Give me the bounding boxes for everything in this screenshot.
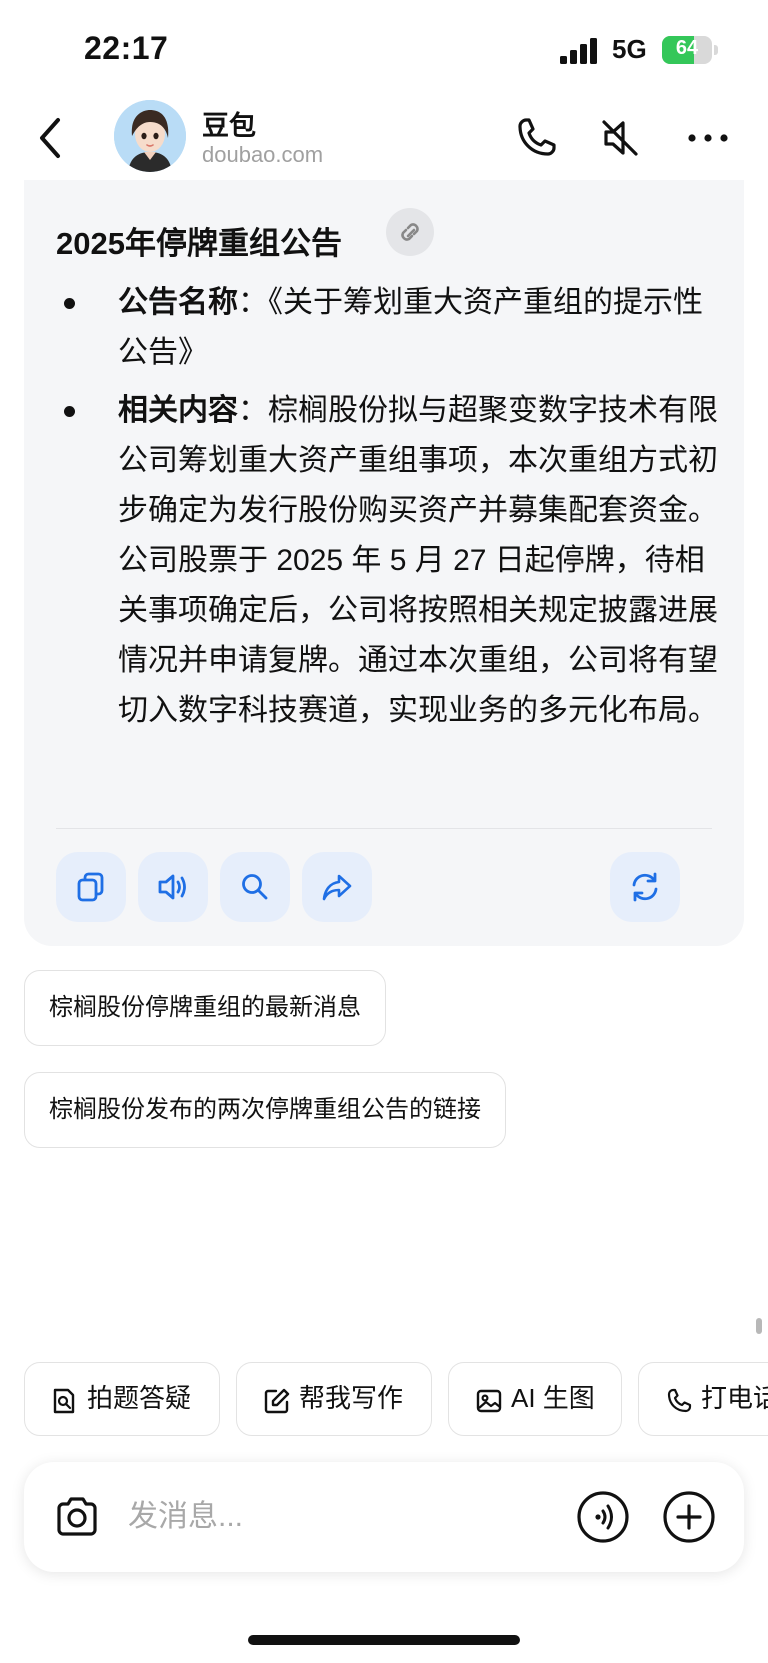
item-separator: ： — [238, 394, 268, 427]
refresh-icon — [632, 872, 658, 902]
share-icon — [322, 874, 352, 901]
list-item-text: 相关内容：棕榈股份拟与超聚变数字技术有限公司筹划重大资产重组事项，本次重组方式初… — [118, 386, 722, 736]
bullet-dot — [64, 298, 75, 309]
home-indicator[interactable] — [248, 1635, 520, 1645]
list-item-text: 公告名称：《关于筹划重大资产重组的提示性公告》 — [118, 278, 722, 378]
suggestion-chip[interactable]: 棕榈股份停牌重组的最新消息 — [24, 970, 386, 1046]
shortcut-label: 帮我写作 — [299, 1383, 404, 1413]
phone-call-button[interactable] — [512, 114, 560, 162]
avatar[interactable] — [114, 100, 186, 172]
camera-button[interactable] — [52, 1492, 102, 1542]
speaker-mute-button[interactable] — [596, 114, 644, 162]
image-icon — [476, 1389, 502, 1413]
link-icon — [401, 223, 419, 241]
shortcut-ai-image[interactable]: AI 生图 — [448, 1362, 622, 1436]
voice-input-button[interactable] — [576, 1490, 630, 1544]
bot-domain: doubao.com — [202, 142, 324, 167]
divider — [56, 828, 712, 829]
message-composer — [24, 1462, 744, 1572]
shortcut-label: 打电话 — [701, 1383, 768, 1413]
search-button[interactable] — [220, 852, 290, 922]
shortcut-bar: 拍题答疑 帮我写作 AI 生图 打电话 — [0, 1362, 768, 1438]
more-options-button[interactable] — [684, 114, 732, 162]
chat-header: 豆包 doubao.com — [0, 96, 768, 180]
phone-icon — [667, 1388, 692, 1413]
share-button[interactable] — [302, 852, 372, 922]
status-time: 22:17 — [84, 30, 169, 66]
battery-percent: 64 — [675, 37, 699, 59]
shortcut-writing[interactable]: 帮我写作 — [236, 1362, 432, 1436]
card-title: 2025年停牌重组公告 — [56, 226, 342, 261]
shortcut-phone-call[interactable]: 打电话 — [638, 1362, 768, 1436]
battery-icon: 64 — [662, 36, 718, 64]
signal-icon — [560, 38, 597, 64]
speaker-icon — [158, 874, 186, 900]
scrollbar[interactable] — [756, 1318, 762, 1334]
source-link-button[interactable] — [386, 208, 434, 256]
doubao-avatar-icon — [114, 100, 186, 172]
bot-name: 豆包 — [202, 111, 256, 141]
copy-icon — [77, 872, 104, 902]
network-type: 5G — [612, 34, 647, 64]
shortcut-photo-question[interactable]: 拍题答疑 — [24, 1362, 220, 1436]
copy-button[interactable] — [56, 852, 126, 922]
read-aloud-button[interactable] — [138, 852, 208, 922]
regenerate-button[interactable] — [610, 852, 680, 922]
back-button[interactable] — [30, 112, 74, 164]
edit-icon — [264, 1388, 290, 1414]
item-text: 棕榈股份拟与超聚变数字技术有限公司筹划重大资产重组事项，本次重组方式初步确定为发… — [118, 394, 718, 727]
shortcut-label: AI 生图 — [511, 1383, 595, 1413]
status-bar: 22:17 5G 64 — [0, 0, 768, 96]
add-attachment-button[interactable] — [662, 1490, 716, 1544]
message-input[interactable] — [128, 1490, 548, 1544]
item-label: 相关内容 — [118, 394, 238, 427]
item-label: 公告名称 — [118, 286, 238, 319]
question-scan-icon — [53, 1388, 75, 1414]
search-icon — [242, 874, 268, 900]
item-separator: ： — [238, 286, 268, 319]
answer-card: 2025年停牌重组公告 公告名称：《关于筹划重大资产重组的提示性公告》 相关内容… — [24, 180, 744, 946]
bullet-dot — [64, 406, 75, 417]
shortcut-label: 拍题答疑 — [87, 1383, 192, 1413]
suggestion-chip[interactable]: 棕榈股份发布的两次停牌重组公告的链接 — [24, 1072, 506, 1148]
